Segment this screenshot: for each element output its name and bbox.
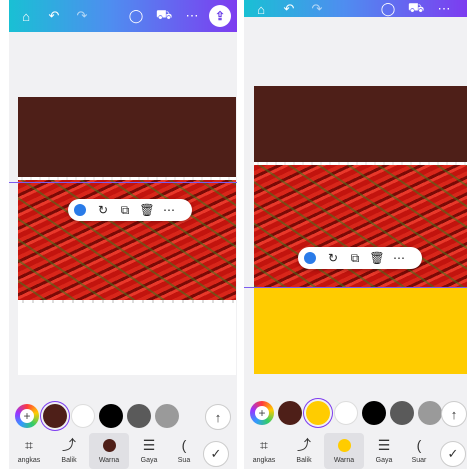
swatch-white[interactable] (334, 401, 358, 425)
lines-icon: ☰ (377, 436, 391, 453)
tab-label: Gaya (375, 457, 393, 464)
swatch-gray[interactable] (155, 404, 179, 428)
tab-label: angkas (252, 457, 276, 464)
color-icon (102, 437, 116, 453)
tab-style[interactable]: ☰ Gaya (129, 433, 169, 469)
duplicate-icon[interactable]: ⧉ (114, 203, 136, 218)
top-toolbar: ⌂ ↶ ↷ ◯ ⛟ ⋯ ⇪ (9, 0, 237, 32)
swatch-gray[interactable] (418, 401, 442, 425)
torn-edge-top (254, 162, 467, 165)
plus-icon: + (255, 406, 269, 420)
swatch-brown[interactable] (43, 404, 67, 428)
color-dot-icon[interactable] (304, 252, 316, 264)
right-editor-screen: ⌂ ↶ ↷ ◯ ⛟ ⋯ ↻ ⧉ 🗑 ⋯ + ↑ ⌗ angkas ⤴ Balik… (244, 0, 467, 469)
more-icon[interactable]: ⋯ (433, 1, 455, 16)
swatch-brown[interactable] (278, 401, 302, 425)
tab-sound[interactable]: ( Suar (404, 433, 434, 469)
tab-label: Balik (61, 457, 77, 464)
done-check-button[interactable]: ✓ (203, 441, 229, 467)
white-block[interactable] (18, 303, 236, 375)
tab-crop[interactable]: ⌗ angkas (244, 433, 284, 469)
tab-flip[interactable]: ⤴ Balik (49, 433, 89, 469)
context-menu: ↻ ⧉ 🗑 ⋯ (298, 247, 422, 269)
brown-block[interactable] (18, 97, 236, 177)
swatch-dark-gray[interactable] (127, 404, 151, 428)
trash-icon[interactable]: 🗑 (136, 203, 158, 217)
undo-icon[interactable]: ↶ (278, 1, 300, 16)
add-color-button[interactable]: + (15, 404, 39, 428)
home-icon[interactable]: ⌂ (250, 2, 272, 17)
tab-label: Gaya (140, 457, 158, 464)
redo-icon[interactable]: ↷ (71, 7, 93, 25)
more-icon[interactable]: ⋯ (158, 203, 180, 217)
tab-crop[interactable]: ⌗ angkas (9, 433, 49, 469)
color-palette: + (9, 401, 237, 431)
tab-style[interactable]: ☰ Gaya (364, 433, 404, 469)
crop-icon: ⌗ (25, 436, 33, 453)
tab-flip[interactable]: ⤴ Balik (284, 433, 324, 469)
tab-color[interactable]: Warna (324, 433, 364, 469)
flip-icon: ⤴ (62, 437, 76, 453)
design-canvas[interactable] (254, 86, 467, 374)
rotate-icon[interactable]: ↻ (92, 203, 114, 217)
trash-icon[interactable]: 🗑 (366, 251, 388, 265)
left-editor-screen: ⌂ ↶ ↷ ◯ ⛟ ⋯ ⇪ ↻ ⧉ 🗑 ⋯ + ↑ ⌗ angkas ⤴ Bal… (9, 0, 237, 469)
home-icon[interactable]: ⌂ (15, 7, 37, 25)
swatch-white[interactable] (71, 404, 95, 428)
tab-label: Balik (296, 457, 312, 464)
brown-block[interactable] (254, 86, 467, 162)
tab-label: Sua (177, 457, 191, 464)
undo-icon[interactable]: ↶ (43, 7, 65, 25)
tab-label: angkas (17, 457, 41, 464)
expand-up-button[interactable]: ↑ (441, 401, 467, 427)
sound-icon: ( (181, 437, 187, 453)
done-check-button[interactable]: ✓ (440, 441, 466, 467)
more-icon[interactable]: ⋯ (181, 7, 203, 25)
design-canvas[interactable] (18, 97, 236, 375)
swatch-black[interactable] (99, 404, 123, 428)
chili-photo[interactable] (18, 177, 236, 303)
context-menu: ↻ ⧉ 🗑 ⋯ (68, 199, 192, 221)
redo-icon[interactable]: ↷ (306, 1, 328, 16)
top-toolbar: ⌂ ↶ ↷ ◯ ⛟ ⋯ (244, 0, 467, 17)
truck-icon[interactable]: ⛟ (405, 0, 427, 16)
rotate-icon[interactable]: ↻ (322, 251, 344, 265)
tab-label: Warna (333, 457, 355, 464)
tab-sound[interactable]: ( Sua (169, 433, 199, 469)
comment-icon[interactable]: ◯ (377, 1, 399, 16)
add-color-button[interactable]: + (250, 401, 274, 425)
share-icon[interactable]: ⇪ (209, 5, 231, 27)
bottom-tabs: ⌗ angkas ⤴ Balik Warna ☰ Gaya ( Suar (244, 433, 467, 469)
sound-icon: ( (416, 437, 422, 453)
tab-label: Suar (411, 457, 427, 464)
swatch-yellow[interactable] (306, 401, 330, 425)
color-icon (337, 437, 351, 453)
lines-icon: ☰ (142, 436, 156, 453)
color-dot-icon[interactable] (74, 204, 86, 216)
alignment-guide (244, 287, 467, 288)
duplicate-icon[interactable]: ⧉ (344, 251, 366, 266)
expand-up-button[interactable]: ↑ (205, 404, 231, 430)
comment-icon[interactable]: ◯ (125, 7, 147, 25)
tab-color[interactable]: Warna (89, 433, 129, 469)
yellow-block[interactable] (254, 288, 467, 374)
swatch-dark-gray[interactable] (390, 401, 414, 425)
alignment-guide (9, 182, 237, 183)
color-palette: + (244, 398, 467, 428)
tab-label: Warna (98, 457, 120, 464)
truck-icon[interactable]: ⛟ (153, 7, 175, 25)
plus-icon: + (20, 409, 34, 423)
flip-icon: ⤴ (297, 437, 311, 453)
torn-edge-top (18, 177, 236, 180)
more-icon[interactable]: ⋯ (388, 251, 410, 265)
swatch-black[interactable] (362, 401, 386, 425)
crop-icon: ⌗ (260, 436, 268, 453)
